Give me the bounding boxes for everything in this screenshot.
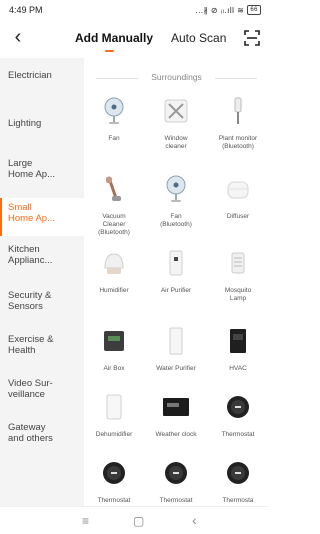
weather-clock-icon xyxy=(163,398,189,416)
device-label: Water Purifier xyxy=(156,365,196,372)
scan-icon[interactable] xyxy=(244,30,260,46)
tab-auto-scan[interactable]: Auto Scan xyxy=(171,31,226,45)
device-label: Weather clock xyxy=(155,431,197,438)
tab-add-manually[interactable]: Add Manually xyxy=(75,31,153,45)
device-label: Plant monitor (Bluetooth) xyxy=(218,135,258,150)
device-dehumidifier[interactable]: Dehumidifier xyxy=(84,392,144,439)
device-label: Fan (Bluetooth) xyxy=(160,213,192,228)
top-nav: ‹ Add Manually Auto Scan xyxy=(0,22,269,56)
device-label: Fan xyxy=(108,135,120,142)
system-nav-bar: ≡ ▢ ‹ xyxy=(0,506,269,534)
device-thermostat[interactable]: Thermostat xyxy=(208,392,268,439)
device-label: Thermostat xyxy=(97,497,131,504)
device-label: Air Box xyxy=(103,365,125,372)
device-label: Air Purifier xyxy=(160,287,192,294)
vacuum-icon xyxy=(106,176,121,201)
device-mosquito-lamp[interactable]: Mosquito Lamp xyxy=(208,248,268,303)
device-label: Thermosta xyxy=(222,497,254,504)
device-label: Window cleaner xyxy=(164,135,188,150)
sidebar-item-security-sensors[interactable]: Security & Sensors xyxy=(0,290,84,324)
sidebar-item-gateway-others[interactable]: Gateway and others xyxy=(0,422,84,456)
diffuser-icon xyxy=(227,181,249,199)
sidebar-item-label: Exercise & Health xyxy=(8,334,54,356)
thermostat-icon xyxy=(103,462,125,484)
device-label: HVAC xyxy=(229,365,247,372)
device-thermostat-2[interactable]: Thermostat xyxy=(84,458,144,505)
sidebar-item-label: Kitchen Applianc... xyxy=(8,244,53,266)
device-plant-monitor[interactable]: Plant monitor (Bluetooth) xyxy=(208,96,268,151)
section-divider-right xyxy=(215,78,257,79)
device-label: Thermostat xyxy=(159,497,193,504)
sidebar-item-exercise-health[interactable]: Exercise & Health xyxy=(0,334,84,368)
air-box-icon xyxy=(104,331,124,351)
air-purifier-icon xyxy=(169,250,183,276)
device-label: Dehumidifier xyxy=(95,431,133,438)
device-air-box[interactable]: Air Box xyxy=(84,326,144,373)
sidebar-item-lighting[interactable]: Lighting xyxy=(0,118,84,142)
back-icon[interactable]: ‹ xyxy=(192,512,197,528)
sidebar-item-electrician[interactable]: Electrician xyxy=(0,70,84,94)
device-thermostat-4[interactable]: Thermosta xyxy=(208,458,268,505)
home-icon[interactable]: ▢ xyxy=(133,514,144,528)
plant-monitor-icon xyxy=(234,97,242,124)
device-vacuum-cleaner[interactable]: Vacuum Cleaner (Bluetooth) xyxy=(84,174,144,237)
device-water-purifier[interactable]: Water Purifier xyxy=(146,326,206,373)
device-humidifier[interactable]: Humidifier xyxy=(84,248,144,295)
thermostat-icon xyxy=(227,396,249,418)
hvac-icon xyxy=(230,329,246,353)
sidebar-item-label: Lighting xyxy=(8,118,42,129)
sidebar-item-label: Gateway and others xyxy=(8,422,53,444)
device-label: Vacuum Cleaner (Bluetooth) xyxy=(98,213,130,236)
sidebar-item-video-surveillance[interactable]: Video Sur- veillance xyxy=(0,378,84,412)
menu-icon[interactable]: ≡ xyxy=(82,514,89,528)
humidifier-icon xyxy=(104,253,124,274)
device-fan-bluetooth[interactable]: Fan (Bluetooth) xyxy=(146,174,206,229)
sidebar-item-label: Video Sur- veillance xyxy=(8,378,53,400)
active-tab-indicator xyxy=(105,50,114,52)
thermostat-icon xyxy=(227,462,249,484)
fan-icon xyxy=(166,175,186,202)
sidebar-item-label: Small Home Ap... xyxy=(8,202,55,224)
device-window-cleaner[interactable]: Window cleaner xyxy=(146,96,206,151)
device-label: Humidifier xyxy=(99,287,129,294)
device-label: Diffuser xyxy=(226,213,250,220)
sidebar-item-label: Large Home Ap... xyxy=(8,158,55,180)
category-sidebar: Electrician Lighting Large Home Ap... Sm… xyxy=(0,58,84,506)
status-time: 4:49 PM xyxy=(9,5,43,15)
device-diffuser[interactable]: Diffuser xyxy=(208,174,268,221)
dehumidifier-icon xyxy=(106,394,122,420)
device-label: Thermostat xyxy=(221,431,255,438)
fan-icon xyxy=(104,97,124,124)
section-title: Surroundings xyxy=(151,72,202,82)
status-bar: 4:49 PM ...∦ ⊘ ᵢₗ.ıll ≋ 66 xyxy=(0,0,269,20)
status-signal-icons: ...∦ ⊘ ᵢₗ.ıll ≋ xyxy=(195,5,245,15)
sidebar-item-label: Security & Sensors xyxy=(8,290,52,312)
sidebar-item-label: Electrician xyxy=(8,70,52,81)
device-thermostat-3[interactable]: Thermostat xyxy=(146,458,206,505)
device-air-purifier[interactable]: Air Purifier xyxy=(146,248,206,295)
battery-icon: 66 xyxy=(247,5,261,15)
mosquito-lamp-icon xyxy=(231,252,245,274)
status-icons: ...∦ ⊘ ᵢₗ.ıll ≋ 66 xyxy=(195,5,261,15)
device-fan[interactable]: Fan xyxy=(84,96,144,143)
sidebar-item-kitchen-appliances[interactable]: Kitchen Applianc... xyxy=(0,244,84,278)
device-hvac[interactable]: HVAC xyxy=(208,326,268,373)
sidebar-item-small-home-appliances[interactable]: Small Home Ap... xyxy=(0,198,84,236)
back-chevron-icon[interactable]: ‹ xyxy=(8,26,28,48)
water-purifier-icon xyxy=(169,327,183,355)
thermostat-icon xyxy=(165,462,187,484)
sidebar-item-large-home-appliances[interactable]: Large Home Ap... xyxy=(0,158,84,198)
device-label: Mosquito Lamp xyxy=(224,287,252,302)
device-grid: Surroundings Fan Window cleaner Plant mo… xyxy=(84,58,269,506)
window-cleaner-icon xyxy=(164,99,188,123)
device-weather-clock[interactable]: Weather clock xyxy=(146,392,206,439)
